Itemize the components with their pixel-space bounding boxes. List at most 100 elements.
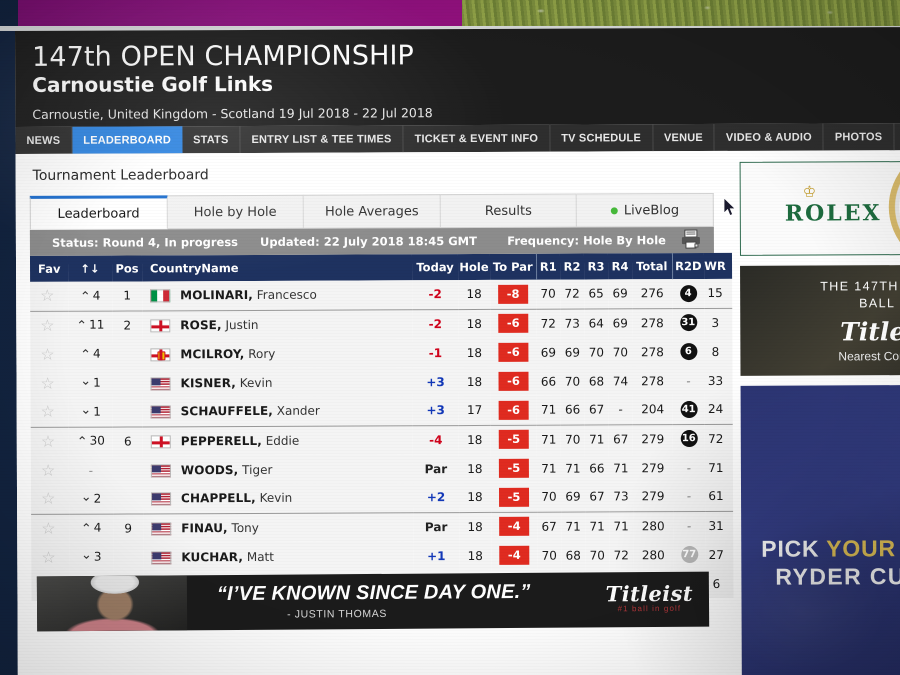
today-score: -1 — [412, 338, 459, 368]
ryder-headline-1-plain: PICK — [761, 535, 827, 562]
leaderboard-tabs[interactable]: Leaderboard Hole by Hole Hole Averages Resu… — [29, 192, 714, 230]
column-header-today[interactable]: Today — [411, 254, 459, 281]
column-header-r1[interactable]: R1 — [535, 253, 561, 280]
favorite-star-icon[interactable]: ☆ — [30, 281, 69, 311]
banner-ad-titleist[interactable]: “I’VE KNOWN SINCE DAY ONE.” - JUSTIN THO… — [36, 571, 710, 632]
r2d-value: - — [686, 489, 692, 504]
table-row[interactable]: ☆2CHAPPELL, Kevin+218-570696773279-61 — [30, 481, 734, 514]
favorite-star-icon[interactable]: ☆ — [31, 513, 70, 543]
ryder-headline-1: PICK YOUR U — [761, 535, 900, 563]
position-movement: 11 — [68, 310, 113, 340]
page-title: Tournament Leaderboard — [32, 167, 209, 184]
nav-item-entry-list-tee-times[interactable]: ENTRY LIST & TEE TIMES — [240, 125, 404, 154]
column-header-r4[interactable]: R4 — [607, 253, 633, 280]
nav-item-news[interactable]: NEWS — [15, 126, 73, 154]
favorite-star-icon[interactable]: ☆ — [30, 397, 69, 427]
round-score-4: 74 — [608, 366, 633, 396]
column-header-name[interactable]: CountryName — [141, 254, 413, 282]
ad-ryder-cup[interactable]: RYDER CUP EST 1927 PICK YOUR U RYDER CUP — [740, 384, 900, 675]
player-name-cell[interactable]: KUCHAR, Matt — [143, 541, 414, 572]
favorite-star-icon[interactable]: ☆ — [30, 426, 69, 456]
status-round: Status: Round 4, In progress — [51, 235, 239, 250]
round-score-3: 70 — [584, 337, 609, 367]
today-score: Par — [412, 454, 459, 484]
event-venue: Carnoustie Golf Links — [32, 72, 274, 98]
player-name-cell[interactable]: ROSE, Justin — [142, 309, 413, 340]
tab-hole-by-hole[interactable]: Hole by Hole — [167, 194, 305, 230]
player-first-name: Justin — [225, 317, 259, 332]
background-purple-banner — [18, 0, 462, 27]
tab-hole-averages[interactable]: Hole Averages — [303, 194, 441, 229]
player-name-cell[interactable]: KISNER, Kevin — [142, 367, 413, 398]
player-name-cell[interactable]: MCILROY, Rory — [142, 338, 413, 369]
nav-item-photos[interactable]: PHOTOS — [823, 123, 895, 151]
round-score-2: 71 — [561, 511, 586, 541]
column-header-to-par[interactable]: To Par — [489, 253, 537, 280]
favorite-star-icon[interactable]: ☆ — [30, 484, 70, 514]
column-header-fav[interactable]: Fav — [29, 255, 69, 282]
ad-titleist[interactable]: THE 147TH OPEN C BALL CO Titleist Neares… — [740, 264, 900, 376]
player-position: 1 — [112, 281, 143, 311]
nav-item-ticket-event-info[interactable]: TICKET & EVENT INFO — [403, 124, 551, 153]
background-grass-photo — [462, 0, 900, 26]
player-name-cell[interactable]: CHAPPELL, Kevin — [142, 483, 414, 514]
player-position — [113, 542, 144, 572]
to-par-badge: -5 — [490, 424, 537, 454]
column-header-r2d[interactable]: R2D — [671, 252, 705, 280]
tab-liveblog[interactable]: LiveBlog — [577, 192, 714, 228]
round-score-2: 73 — [560, 308, 585, 338]
today-score: +2 — [412, 483, 460, 513]
round-2-day-badge: 31 — [672, 307, 705, 338]
player-last-name: FINAU, — [181, 520, 228, 536]
to-par-value: -5 — [498, 487, 530, 507]
player-first-name: Eddie — [265, 433, 300, 448]
table-row[interactable]: ☆1KISNER, Kevin+318-666706874278-33 — [30, 365, 733, 398]
position-movement: 30 — [68, 426, 113, 456]
player-name-cell[interactable]: FINAU, Tony — [143, 512, 414, 543]
column-header-sort[interactable]: ↑↓ — [67, 255, 113, 282]
table-row[interactable]: ☆ - WOODS, Tiger Par 18 -5 71 71 66 71 279-71 — [30, 452, 733, 485]
favorite-star-icon[interactable]: ☆ — [30, 310, 69, 340]
round-score-3: 66 — [584, 453, 609, 483]
player-name-cell[interactable]: SCHAUFFELE, Xander — [142, 396, 413, 427]
nav-item-tv-schedule[interactable]: TV SCHEDULE — [550, 124, 654, 152]
status-bar: Status: Round 4, In progress Updated: 22… — [29, 226, 714, 256]
table-row[interactable]: ☆1SCHAUFFELE, Xander+317-6716667-2044124 — [30, 394, 733, 427]
player-name-cell[interactable]: PEPPERELL, Eddie — [142, 425, 413, 456]
round-score-3: 70 — [585, 540, 610, 570]
player-name-cell[interactable]: MOLINARI, Francesco — [142, 280, 413, 311]
today-score: -4 — [412, 425, 459, 455]
tab-results[interactable]: Results — [440, 193, 578, 229]
column-header-r2[interactable]: R2 — [559, 253, 585, 280]
rolex-brand: ROLEX — [784, 200, 882, 227]
column-header-r3[interactable]: R3 — [583, 253, 609, 280]
favorite-star-icon[interactable]: ☆ — [30, 339, 69, 369]
table-row[interactable]: ☆4MCILROY, Rory-118-66969707027868 — [30, 336, 733, 369]
nav-item-leaderboard[interactable]: LEADERBOARD — [72, 126, 183, 154]
column-header-total[interactable]: Total — [631, 253, 673, 280]
current-hole: 18 — [458, 366, 491, 397]
player-last-name: KISNER, — [180, 375, 236, 390]
printer-icon[interactable] — [680, 228, 702, 250]
nav-item-stats[interactable]: STATS — [181, 126, 241, 154]
column-header-pos[interactable]: Pos — [111, 255, 143, 282]
favorite-star-icon[interactable]: ☆ — [30, 368, 69, 398]
ad-rolex[interactable]: ♔ ROLEX ROLEX — [739, 160, 900, 256]
position-movement: 1 — [68, 368, 113, 398]
tab-leaderboard[interactable]: Leaderboard — [29, 195, 168, 230]
nav-item-venue[interactable]: VENUE — [652, 123, 715, 152]
favorite-star-icon[interactable]: ☆ — [30, 455, 69, 485]
table-row[interactable]: ☆49FINAU, TonyPar18-467717171280-31 — [31, 510, 734, 543]
column-header-hole[interactable]: Hole — [457, 253, 491, 281]
table-row[interactable]: ☆306PEPPERELL, Eddie-418-571707167279167… — [30, 423, 733, 456]
main-navigation[interactable]: NEWS LEADERBOARD STATS ENTRY LIST & TEE TIM… — [15, 121, 900, 154]
nav-item-video-audio[interactable]: VIDEO & AUDIO — [714, 123, 824, 151]
round-score-1: 70 — [536, 482, 562, 512]
favorite-star-icon[interactable]: ☆ — [31, 542, 70, 572]
total-score: 280 — [633, 540, 674, 570]
table-row[interactable]: ☆41MOLINARI, Francesco-218-8707265692764… — [30, 278, 733, 311]
player-name-cell[interactable]: WOODS, Tiger — [142, 454, 413, 485]
today-score: -2 — [412, 309, 459, 339]
table-row[interactable]: ☆112ROSE, Justin-218-672736469278313 — [30, 307, 733, 340]
table-row[interactable]: ☆3KUCHAR, Matt+118-4706870722807727 — [31, 539, 734, 572]
